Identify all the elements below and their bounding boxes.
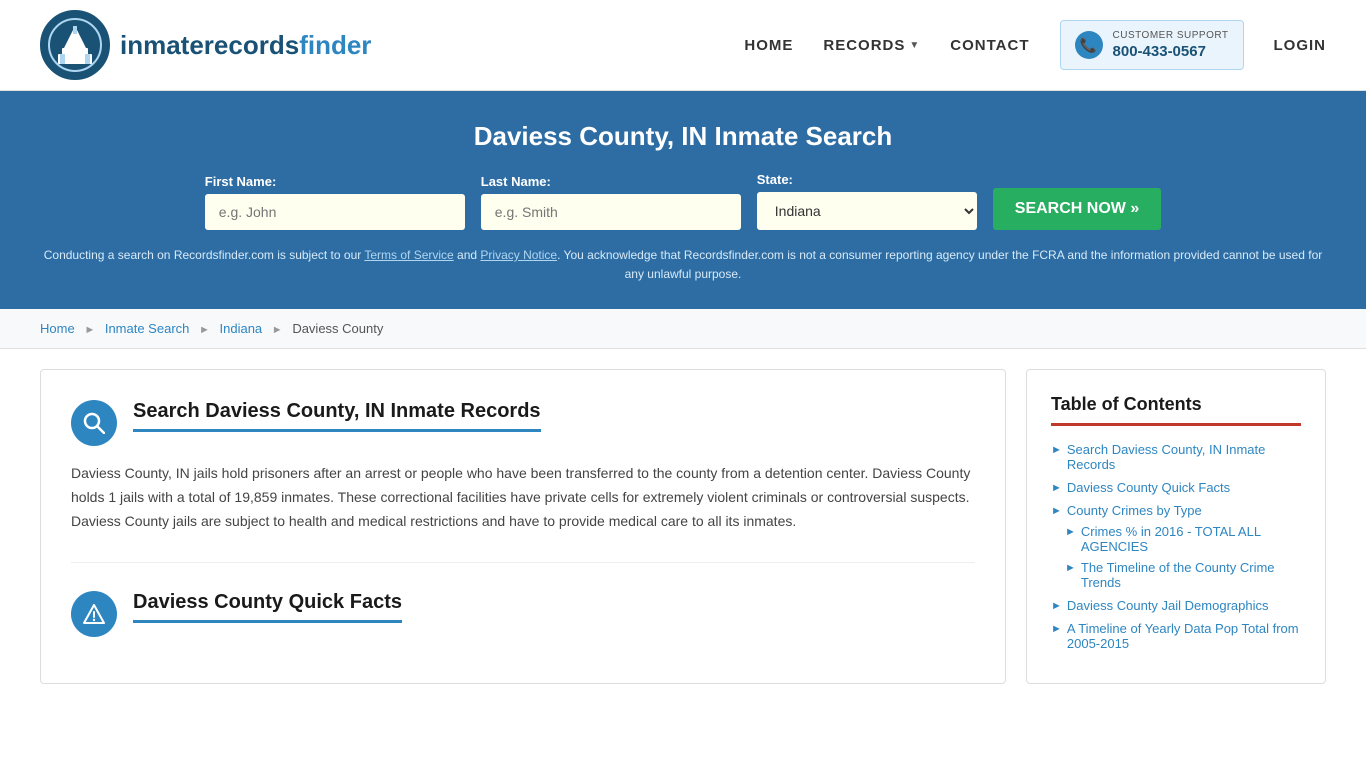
section1-body: Daviess County, IN jails hold prisoners …	[71, 462, 975, 533]
chevron-right-icon-3: ►	[1051, 505, 1062, 517]
chevron-right-icon-1: ►	[1051, 444, 1062, 456]
nav-contact[interactable]: CONTACT	[950, 37, 1029, 54]
state-select[interactable]: Indiana Alabama Alaska California Florid…	[757, 192, 977, 230]
toc-item-2: ► Daviess County Quick Facts	[1051, 480, 1301, 495]
toc-item-3: ► County Crimes by Type ► Crimes % in 20…	[1051, 503, 1301, 590]
state-label: State:	[757, 172, 977, 187]
chevron-down-icon: ▼	[909, 40, 920, 51]
breadcrumb-inmate-search[interactable]: Inmate Search	[105, 321, 190, 336]
toc-list: ► Search Daviess County, IN Inmate Recor…	[1051, 442, 1301, 651]
login-button[interactable]: LOGIN	[1274, 37, 1327, 54]
breadcrumb-current: Daviess County	[292, 321, 383, 336]
breadcrumb-sep-1: ►	[84, 324, 95, 336]
toc-sublist-3: ► Crimes % in 2016 - TOTAL ALL AGENCIES …	[1051, 524, 1301, 590]
section-divider	[71, 562, 975, 563]
logo-text: inmaterecordsfinder	[120, 30, 371, 61]
tos-link[interactable]: Terms of Service	[364, 248, 453, 262]
content-area: Search Daviess County, IN Inmate Records…	[40, 369, 1006, 684]
breadcrumb-home[interactable]: Home	[40, 321, 75, 336]
toc-link-5[interactable]: ► A Timeline of Yearly Data Pop Total fr…	[1051, 621, 1301, 651]
phone-icon: 📞	[1075, 31, 1103, 59]
header: inmaterecordsfinder HOME RECORDS ▼ CONTA…	[0, 0, 1366, 91]
toc-link-4[interactable]: ► Daviess County Jail Demographics	[1051, 598, 1301, 613]
sidebar: Table of Contents ► Search Daviess Count…	[1026, 369, 1326, 684]
toc-link-2[interactable]: ► Daviess County Quick Facts	[1051, 480, 1301, 495]
state-group: State: Indiana Alabama Alaska California…	[757, 172, 977, 230]
main-nav: HOME RECORDS ▼ CONTACT 📞 CUSTOMER SUPPOR…	[744, 20, 1326, 71]
chevron-right-icon-2: ►	[1051, 482, 1062, 494]
section1-title-area: Search Daviess County, IN Inmate Records	[133, 400, 541, 432]
page-title: Daviess County, IN Inmate Search	[40, 121, 1326, 152]
section2-title-area: Daviess County Quick Facts	[133, 591, 402, 623]
nav-records[interactable]: RECORDS ▼	[823, 37, 920, 54]
first-name-label: First Name:	[205, 174, 465, 189]
disclaimer-text: Conducting a search on Recordsfinder.com…	[40, 246, 1326, 284]
breadcrumb-sep-2: ►	[199, 324, 210, 336]
toc-link-3[interactable]: ► County Crimes by Type	[1051, 503, 1301, 518]
first-name-group: First Name:	[205, 174, 465, 230]
search-button[interactable]: SEARCH NOW »	[993, 188, 1161, 230]
last-name-input[interactable]	[481, 194, 741, 230]
last-name-group: Last Name:	[481, 174, 741, 230]
breadcrumb-sep-3: ►	[272, 324, 283, 336]
search-banner: Daviess County, IN Inmate Search First N…	[0, 91, 1366, 309]
section2-header: Daviess County Quick Facts	[71, 591, 975, 637]
last-name-label: Last Name:	[481, 174, 741, 189]
chevron-right-icon-5: ►	[1051, 623, 1062, 635]
privacy-link[interactable]: Privacy Notice	[480, 248, 557, 262]
toc-title: Table of Contents	[1051, 394, 1301, 426]
support-label: CUSTOMER SUPPORT	[1113, 29, 1229, 42]
search-form: First Name: Last Name: State: Indiana Al…	[40, 172, 1326, 230]
toc-subitem-3-2: ► The Timeline of the County Crime Trend…	[1065, 560, 1301, 590]
logo-area: inmaterecordsfinder	[40, 10, 371, 80]
section1-title: Search Daviess County, IN Inmate Records	[133, 400, 541, 432]
support-number: 800-433-0567	[1113, 42, 1229, 62]
toc-item-4: ► Daviess County Jail Demographics	[1051, 598, 1301, 613]
section2-title: Daviess County Quick Facts	[133, 591, 402, 623]
toc-subitem-3-1: ► Crimes % in 2016 - TOTAL ALL AGENCIES	[1065, 524, 1301, 554]
support-box[interactable]: 📞 CUSTOMER SUPPORT 800-433-0567	[1060, 20, 1244, 71]
breadcrumb-indiana[interactable]: Indiana	[220, 321, 263, 336]
toc-link-1[interactable]: ► Search Daviess County, IN Inmate Recor…	[1051, 442, 1301, 472]
toc-item-5: ► A Timeline of Yearly Data Pop Total fr…	[1051, 621, 1301, 651]
toc-item-1: ► Search Daviess County, IN Inmate Recor…	[1051, 442, 1301, 472]
search-icon	[71, 400, 117, 446]
main-layout: Search Daviess County, IN Inmate Records…	[0, 349, 1366, 704]
toc-sublink-3-2[interactable]: ► The Timeline of the County Crime Trend…	[1065, 560, 1301, 590]
alert-icon	[71, 591, 117, 637]
breadcrumb: Home ► Inmate Search ► Indiana ► Daviess…	[0, 309, 1366, 349]
chevron-right-icon-3-1: ►	[1065, 526, 1076, 538]
nav-home[interactable]: HOME	[744, 37, 793, 54]
first-name-input[interactable]	[205, 194, 465, 230]
section1-header: Search Daviess County, IN Inmate Records	[71, 400, 975, 446]
chevron-right-icon-4: ►	[1051, 600, 1062, 612]
logo-icon	[40, 10, 110, 80]
chevron-right-icon-3-2: ►	[1065, 562, 1076, 574]
toc-sublink-3-1[interactable]: ► Crimes % in 2016 - TOTAL ALL AGENCIES	[1065, 524, 1301, 554]
